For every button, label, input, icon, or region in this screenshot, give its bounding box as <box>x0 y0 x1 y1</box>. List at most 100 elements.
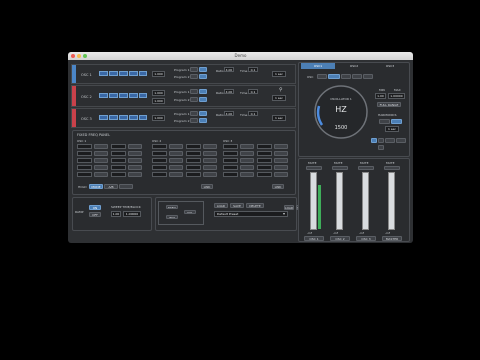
volume-fader[interactable] <box>362 172 369 230</box>
delete-button[interactable]: DELETE <box>246 203 264 208</box>
wave-select-button[interactable] <box>378 138 384 143</box>
fixed-freq-field[interactable] <box>77 165 92 170</box>
fixed-freq-field[interactable] <box>152 151 167 156</box>
wave-button[interactable] <box>119 93 128 98</box>
prog-toggle-off[interactable] <box>190 67 198 72</box>
prog-toggle-on[interactable] <box>199 89 207 94</box>
fixed-freq-toggle[interactable] <box>169 165 183 170</box>
fixed-freq-toggle[interactable] <box>274 151 288 156</box>
fixed-freq-toggle[interactable] <box>274 165 288 170</box>
fixed-freq-field[interactable] <box>257 144 272 149</box>
mode-toggle[interactable]: MODE <box>89 184 103 189</box>
fixed-freq-field[interactable] <box>186 158 201 163</box>
osc-select[interactable] <box>341 74 351 79</box>
fixed-freq-toggle[interactable] <box>128 172 142 177</box>
fixed-freq-field[interactable] <box>186 165 201 170</box>
fixed-freq-field[interactable] <box>223 165 238 170</box>
osc-select[interactable] <box>317 74 327 79</box>
sub-freq-field[interactable]: 1.000 <box>152 98 165 104</box>
fixed-freq-toggle[interactable] <box>240 158 254 163</box>
wave-button[interactable] <box>129 115 138 120</box>
fixed-freq-field[interactable] <box>223 158 238 163</box>
time-field[interactable]: 0.1 <box>248 111 258 116</box>
osc-select[interactable] <box>328 74 340 79</box>
prog-toggle-on[interactable] <box>199 67 207 72</box>
fixed-freq-toggle[interactable] <box>94 158 108 163</box>
ramp-off-button[interactable]: OFF <box>89 212 101 217</box>
ratio-field[interactable]: 4.00 <box>224 67 234 72</box>
fixed-freq-toggle[interactable] <box>169 144 183 149</box>
fixed-freq-toggle[interactable] <box>203 158 217 163</box>
fixed-freq-toggle[interactable] <box>274 172 288 177</box>
fixed-freq-field[interactable] <box>77 144 92 149</box>
mode-toggle[interactable] <box>119 184 133 189</box>
prog-toggle-on[interactable] <box>199 97 207 102</box>
fixed-freq-field[interactable] <box>111 144 126 149</box>
load-button[interactable]: LOAD <box>214 203 228 208</box>
sweep-field-a[interactable]: 1.00 <box>111 211 121 217</box>
wave-button[interactable] <box>129 71 138 76</box>
harmonics-field[interactable]: 1 sec <box>385 126 399 132</box>
harm-toggle[interactable] <box>379 119 390 124</box>
fixed-freq-field[interactable] <box>77 151 92 156</box>
fixed-freq-toggle[interactable] <box>240 165 254 170</box>
harm-toggle[interactable] <box>391 119 402 124</box>
duration-field[interactable]: 1 sec <box>272 115 286 121</box>
fixed-freq-field[interactable] <box>111 172 126 177</box>
fixed-freq-toggle[interactable] <box>240 151 254 156</box>
fixed-freq-toggle[interactable] <box>169 158 183 163</box>
wave-button[interactable] <box>119 115 128 120</box>
wave-button[interactable] <box>99 93 108 98</box>
wave-select-button[interactable] <box>385 138 395 143</box>
prog-toggle-off[interactable] <box>190 111 198 116</box>
fixed-freq-toggle[interactable] <box>274 158 288 163</box>
fixed-freq-field[interactable] <box>77 172 92 177</box>
min-field[interactable]: 1.00 <box>375 93 386 99</box>
fixed-freq-field[interactable] <box>223 172 238 177</box>
fixed-freq-toggle[interactable] <box>94 165 108 170</box>
freq-button[interactable]: FREQ <box>166 205 178 209</box>
fixed-freq-toggle[interactable] <box>240 144 254 149</box>
fixed-freq-toggle[interactable] <box>94 172 108 177</box>
fixed-freq-field[interactable] <box>152 172 167 177</box>
mute-label[interactable]: MUTE <box>308 161 317 165</box>
fixed-freq-toggle[interactable] <box>128 158 142 163</box>
time-field[interactable]: 0.1 <box>248 67 258 72</box>
preset-select[interactable]: Default Preset <box>214 211 288 217</box>
fixed-freq-field[interactable] <box>152 165 167 170</box>
tab-osc3[interactable]: OSC3 <box>373 63 407 69</box>
mode-toggle[interactable]: A/B <box>104 184 118 189</box>
fixed-freq-toggle[interactable] <box>169 172 183 177</box>
duration-field[interactable]: 1 sec <box>272 71 286 77</box>
prog-toggle-off[interactable] <box>190 74 198 79</box>
link-button[interactable]: LINK <box>272 184 284 189</box>
vol-button[interactable]: VOL <box>184 210 196 214</box>
wave-button[interactable] <box>109 115 118 120</box>
fixed-freq-toggle[interactable] <box>203 151 217 156</box>
prog-toggle-off[interactable] <box>190 97 198 102</box>
mute-button[interactable] <box>306 166 322 170</box>
init-button[interactable]: INIT <box>166 215 178 219</box>
fixed-freq-field[interactable] <box>257 158 272 163</box>
ramp-on-button[interactable]: ON <box>89 205 101 210</box>
prog-toggle-on[interactable] <box>199 111 207 116</box>
max-field[interactable]: 1.00000 <box>388 93 405 99</box>
wave-button[interactable] <box>109 93 118 98</box>
link-icon[interactable]: ⚲ <box>279 87 283 93</box>
mute-label[interactable]: MUTE <box>360 161 369 165</box>
fixed-freq-toggle[interactable] <box>240 172 254 177</box>
volume-fader[interactable] <box>310 172 317 230</box>
ratio-field[interactable]: 4.00 <box>224 89 234 94</box>
fixed-freq-toggle[interactable] <box>274 144 288 149</box>
wave-button[interactable] <box>139 71 147 76</box>
mute-label[interactable]: MUTE <box>334 161 343 165</box>
mute-button[interactable] <box>384 166 400 170</box>
wave-button[interactable] <box>139 93 147 98</box>
fixed-freq-field[interactable] <box>111 151 126 156</box>
duration-field[interactable]: 1 sec <box>272 95 286 101</box>
wave-button[interactable] <box>139 115 147 120</box>
wave-button[interactable] <box>129 93 138 98</box>
chevron-down-icon[interactable]: ▾ <box>283 211 285 216</box>
fixed-freq-toggle[interactable] <box>169 151 183 156</box>
full-range-button[interactable]: FULL RANGE <box>377 102 401 107</box>
